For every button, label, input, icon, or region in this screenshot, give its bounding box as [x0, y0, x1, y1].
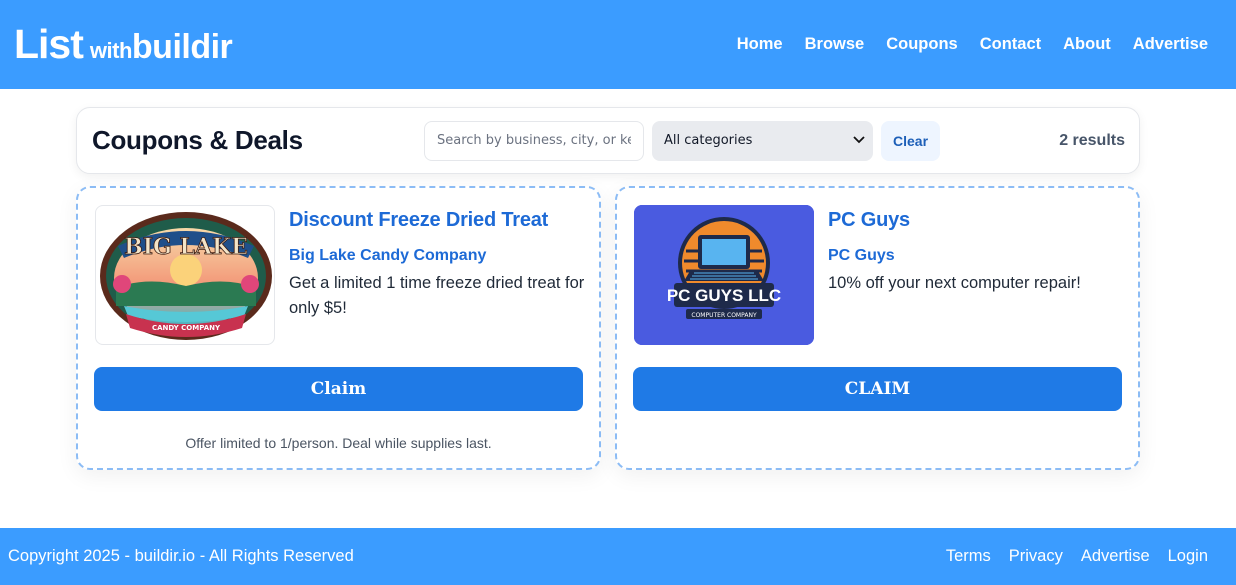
- coupon-title[interactable]: PC Guys: [828, 209, 910, 232]
- nav-about[interactable]: About: [1063, 35, 1111, 54]
- category-select[interactable]: All categories: [652, 120, 873, 161]
- footer-link-advertise[interactable]: Advertise: [1081, 547, 1150, 566]
- footer-links: Terms Privacy Advertise Login: [946, 547, 1208, 566]
- pc-guys-logo-image: PC GUYS LLC COMPUTER COMPANY: [634, 205, 814, 345]
- copyright-text: Copyright 2025 - buildir.io - All Rights…: [8, 547, 354, 565]
- logo-lettering: PC GUYS LLC: [667, 286, 781, 305]
- logo-with-text: with: [89, 38, 133, 63]
- coupon-description: 10% off your next computer repair!: [828, 274, 1081, 292]
- category-select-value: All categories: [664, 133, 753, 148]
- nav-browse[interactable]: Browse: [805, 35, 865, 54]
- footer-link-terms[interactable]: Terms: [946, 547, 991, 566]
- main-nav: Home Browse Coupons Contact About Advert…: [737, 35, 1208, 54]
- search-input[interactable]: [424, 120, 644, 161]
- nav-coupons[interactable]: Coupons: [886, 35, 958, 54]
- big-lake-logo-image: BIG LAKE CANDY COMPANY: [95, 205, 275, 345]
- footer-link-privacy[interactable]: Privacy: [1009, 547, 1063, 566]
- nav-advertise[interactable]: Advertise: [1133, 35, 1208, 54]
- logo-sub-lettering: CANDY COMPANY: [152, 324, 221, 332]
- page-title: Coupons & Deals: [92, 125, 303, 155]
- results-count: 2 results: [1059, 131, 1125, 149]
- coupon-card: BIG LAKE CANDY COMPANY Discount Freeze D…: [76, 186, 601, 470]
- coupon-card: PC GUYS LLC COMPUTER COMPANY PC Guys PC …: [615, 186, 1140, 470]
- footer-link-login[interactable]: Login: [1168, 547, 1208, 566]
- chevron-down-icon: [853, 134, 865, 147]
- coupon-business-name[interactable]: PC Guys: [828, 247, 895, 265]
- coupons-toolbar: Coupons & Deals All categories Clear 2 r…: [76, 107, 1140, 174]
- clear-button[interactable]: Clear: [881, 120, 941, 161]
- nav-contact[interactable]: Contact: [980, 35, 1041, 54]
- coupon-business-name[interactable]: Big Lake Candy Company: [289, 247, 486, 265]
- logo-main-text: List: [14, 21, 84, 67]
- coupon-description: Get a limited 1 time freeze dried treat …: [289, 274, 585, 317]
- logo-brand-text: buildir: [131, 28, 233, 66]
- nav-home[interactable]: Home: [737, 35, 783, 54]
- coupon-fine-print: Offer limited to 1/person. Deal while su…: [185, 435, 492, 451]
- site-logo[interactable]: List with buildir: [14, 21, 233, 67]
- site-footer: Copyright 2025 - buildir.io - All Rights…: [0, 528, 1236, 585]
- claim-button[interactable]: CLAIM: [633, 367, 1122, 411]
- logo-sub-lettering: COMPUTER COMPANY: [691, 312, 757, 319]
- site-header: List with buildir Home Browse Coupons Co…: [0, 0, 1236, 89]
- logo-lettering: BIG LAKE: [124, 234, 248, 260]
- coupon-title[interactable]: Discount Freeze Dried Treat: [289, 209, 548, 232]
- claim-button[interactable]: Claim: [94, 367, 583, 411]
